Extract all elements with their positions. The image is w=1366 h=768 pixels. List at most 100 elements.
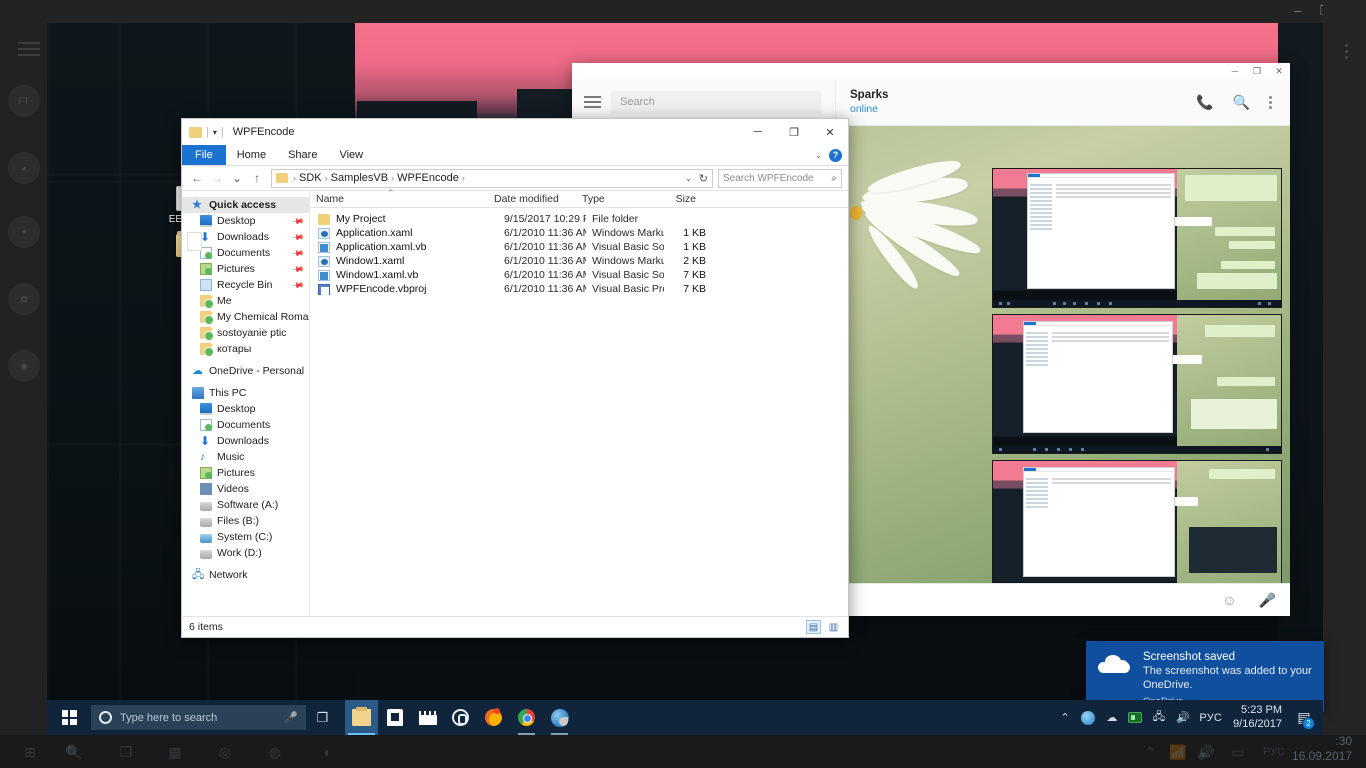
sidebar-item-pc-pictures[interactable]: Pictures [182,465,309,481]
sidebar-item-recycle-bin[interactable]: Recycle Bin 📌 [182,277,309,293]
close-button[interactable]: ✕ [812,119,848,145]
sidebar-item-kotary[interactable]: котары [182,341,309,357]
breadcrumb[interactable]: › SDK › SamplesVB › WPFEncode › ⌄ ↻ [271,169,713,188]
host-minimize-icon[interactable]: – [1294,4,1301,17]
sidebar-item-onedrive[interactable]: ☁ OneDrive - Personal [182,363,309,379]
large-icons-view-button[interactable]: ▥ [826,620,841,634]
explorer-search-input[interactable]: Search WPFEncode ⌕ [718,169,842,188]
table-row[interactable]: WPFEncode.vbproj 6/1/2010 11:36 AM Visua… [310,282,848,296]
maximize-button[interactable]: ❐ [776,119,812,145]
refresh-icon[interactable]: ↻ [699,172,708,185]
taskbar-app-groove-music[interactable] [444,700,477,735]
search-icon[interactable]: 🔍 [1233,94,1250,111]
messenger-minimize-button[interactable]: ─ [1224,63,1246,79]
column-header-type[interactable]: Type [576,193,654,205]
chat-panel[interactable] [836,126,1290,583]
file-list-header[interactable]: Name Date modified Type Size [310,191,848,208]
sidebar-item-pictures[interactable]: Pictures 📌 [182,261,309,277]
sidebar-item-drive-d[interactable]: Work (D:) [182,545,309,561]
breadcrumb-item-samplesvb[interactable]: SamplesVB [331,172,388,184]
tab-share[interactable]: Share [277,145,328,165]
sidebar-item-sostoyanie-ptic[interactable]: sostoyanie ptic [182,325,309,341]
messenger-titlebar[interactable]: ─ ❐ ✕ [572,63,1290,79]
minimize-button[interactable]: ─ [740,119,776,145]
sidebar-item-desktop[interactable]: Desktop 📌 [182,213,309,229]
taskbar-app-paint[interactable] [543,700,576,735]
sidebar-item-drive-c[interactable]: System (C:) [182,529,309,545]
table-row[interactable]: Application.xaml.vb 6/1/2010 11:36 AM Vi… [310,240,848,254]
sidebar-item-quick-access[interactable]: ★ Quick access [182,197,309,213]
language-indicator[interactable]: РУС [1199,712,1222,724]
sidebar-item-pc-music[interactable]: ♪ Music [182,449,309,465]
sidebar-item-this-pc[interactable]: This PC [182,385,309,401]
help-icon[interactable]: ? [829,149,842,162]
ribbon-tabs[interactable]: File Home Share View ⌄ ? [182,145,848,166]
compose-actions[interactable]: ☺ 🎤 [1222,592,1276,609]
column-header-size[interactable]: Size [654,193,702,205]
expand-ribbon-icon[interactable]: ⌄ [815,151,822,160]
ribbon-right-controls[interactable]: ⌄ ? [815,145,848,165]
emoji-icon[interactable]: ☺ [1222,592,1236,608]
sidebar-item-pc-desktop[interactable]: Desktop [182,401,309,417]
table-row[interactable]: Window1.xaml.vb 6/1/2010 11:36 AM Visual… [310,268,848,282]
file-list-rows[interactable]: My Project 9/15/2017 10:29 PM File folde… [310,208,848,616]
up-button[interactable]: ↑ [248,169,266,188]
pin-icon[interactable]: 📌 [291,246,304,259]
sidebar-item-drive-b[interactable]: Files (B:) [182,513,309,529]
breadcrumb-item-sdk[interactable]: SDK [299,172,322,184]
microphone-icon[interactable]: 🎤 [1259,592,1276,609]
network-icon[interactable]: 🖧 [1151,710,1166,725]
messenger-maximize-button[interactable]: ❐ [1246,63,1268,79]
file-explorer-window[interactable]: | ▾ | WPFEncode ─ ❐ ✕ File Home Share Vi… [181,118,849,638]
tab-file[interactable]: File [182,145,226,165]
network-blue-icon[interactable] [1081,711,1095,725]
sidebar-item-pc-documents[interactable]: Documents [182,417,309,433]
clock[interactable]: 5:23 PM 9/16/2017 [1231,704,1282,730]
column-header-name[interactable]: Name [310,193,488,205]
sidebar-item-my-chemical-romance[interactable]: My Chemical Romance [182,309,309,325]
taskbar[interactable]: Type here to search 🎤 ❐ ⌃ ☁ 🖧 🔊 РУС 5:23… [47,700,1323,735]
search-icon[interactable]: ⌕ [831,173,837,184]
explorer-titlebar[interactable]: | ▾ | WPFEncode ─ ❐ ✕ [182,119,848,145]
address-bar[interactable]: ← → ⌄ ↑ › SDK › SamplesVB › WPFEncode › … [182,166,848,191]
table-row[interactable]: My Project 9/15/2017 10:29 PM File folde… [310,212,848,226]
explorer-window-buttons[interactable]: ─ ❐ ✕ [740,119,848,145]
sidebar-item-pc-downloads[interactable]: ⬇ Downloads [182,433,309,449]
pin-icon[interactable]: 📌 [291,230,304,243]
sidebar-item-me[interactable]: Me [182,293,309,309]
onedrive-icon[interactable]: ☁ [1104,710,1119,725]
forward-button[interactable]: → [208,169,226,188]
system-tray[interactable]: ⌃ ☁ 🖧 🔊 РУС 5:23 PM 9/16/2017 ▤ 2 [1057,700,1323,735]
chat-image-attachment[interactable] [992,314,1282,454]
back-button[interactable]: ← [188,169,206,188]
messenger-close-button[interactable]: ✕ [1268,63,1290,79]
tab-home[interactable]: Home [226,145,277,165]
column-header-date-modified[interactable]: Date modified [488,193,576,205]
details-view-button[interactable]: ▤ [806,620,821,634]
chevron-up-icon[interactable]: ⌃ [1057,710,1072,725]
start-button[interactable] [47,700,91,735]
hamburger-menu-icon[interactable] [584,96,601,98]
taskbar-app-chrome[interactable] [510,700,543,735]
file-list-pane[interactable]: Name Date modified Type Size My Project … [310,191,848,616]
messenger-search-input[interactable]: Search [611,91,821,114]
taskbar-app-firefox[interactable] [477,700,510,735]
navigation-pane[interactable]: ★ Quick access Desktop 📌 ⬇ Downloads 📌 D… [182,191,310,616]
chat-image-attachment[interactable] [992,168,1282,308]
chevron-down-icon[interactable]: ▾ [213,128,217,137]
taskbar-app-microsoft-store[interactable] [378,700,411,735]
conversation-actions[interactable]: 📞 🔍 [1196,94,1290,111]
pin-icon[interactable]: 📌 [291,214,304,227]
green-shield-icon[interactable] [1128,712,1142,723]
microphone-icon[interactable]: 🎤 [284,711,298,724]
sidebar-item-network[interactable]: 🖧 Network [182,567,309,583]
taskbar-app-buttons[interactable] [345,700,576,735]
recent-locations-button[interactable]: ⌄ [228,169,246,188]
view-mode-buttons[interactable]: ▤ ▥ [806,620,841,634]
table-row[interactable]: Application.xaml 6/1/2010 11:36 AM Windo… [310,226,848,240]
sidebar-item-drive-a[interactable]: Software (A:) [182,497,309,513]
chat-image-attachment[interactable] [992,460,1282,583]
table-row[interactable]: Window1.xaml 6/1/2010 11:36 AM Windows M… [310,254,848,268]
more-icon[interactable] [1269,101,1272,104]
taskbar-app-file-explorer[interactable] [345,700,378,735]
